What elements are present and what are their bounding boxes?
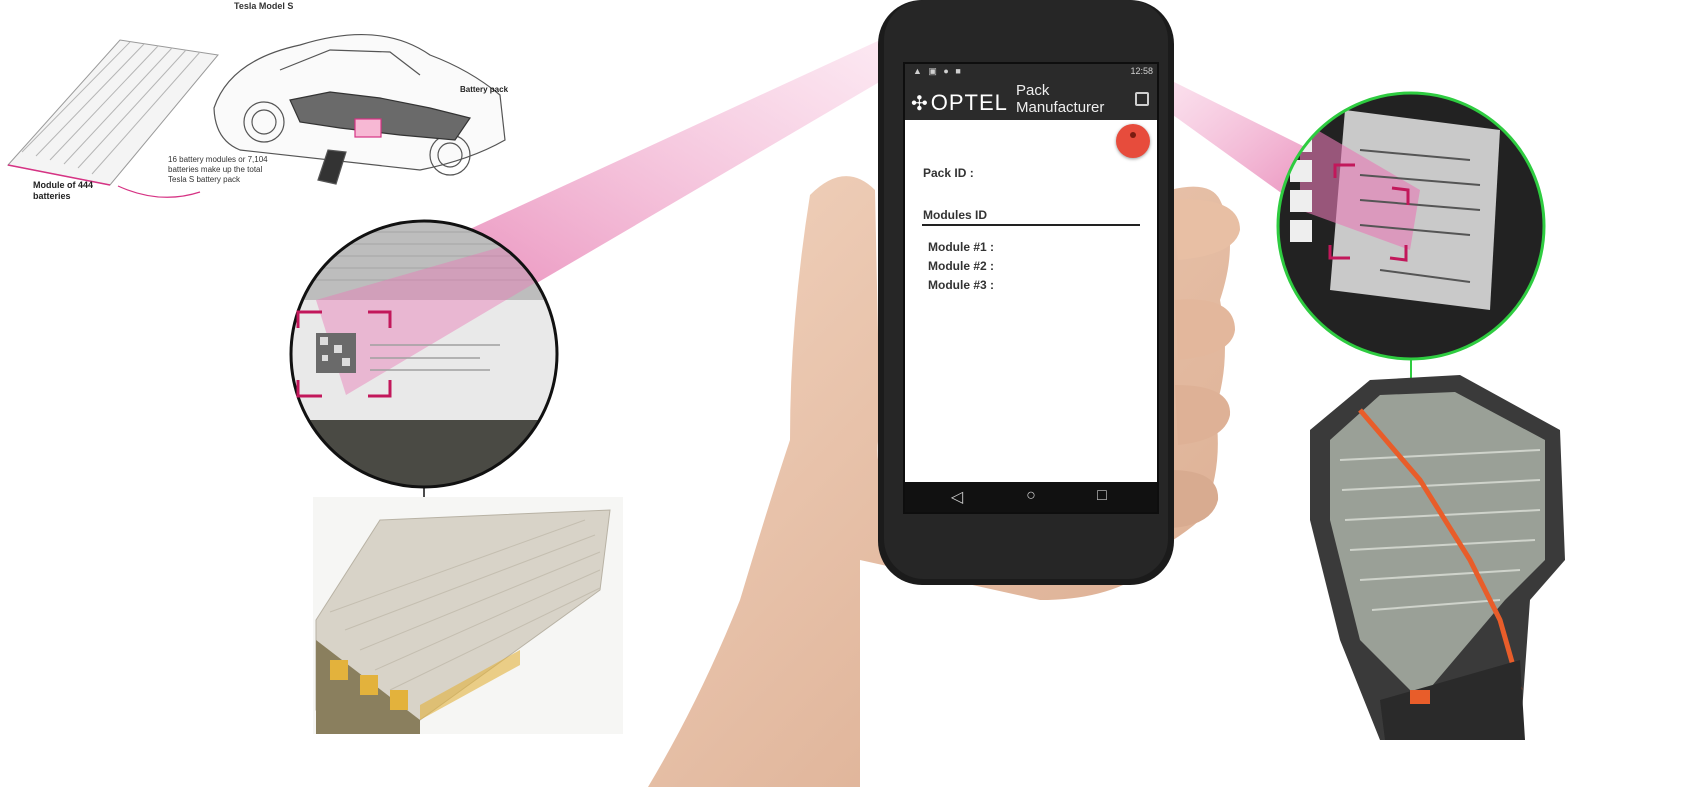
scan-icon (1130, 132, 1136, 138)
status-clock: 12:58 (1130, 66, 1153, 76)
scan-button[interactable] (1116, 124, 1150, 158)
diagram-caption: 16 battery modules or 7,104 batteries ma… (168, 155, 268, 184)
module-row-2: Module #2 : (928, 259, 995, 273)
back-icon[interactable]: ◁ (947, 487, 967, 507)
battery-pack-photo (1310, 375, 1565, 740)
status-bar: ▲ ▣ ● ■ 12:58 (905, 64, 1157, 80)
pack-id-label: Pack ID : (923, 166, 974, 180)
android-nav-bar: ◁ ○ □ (905, 482, 1157, 512)
recent-apps-icon[interactable]: □ (1092, 487, 1112, 505)
diagram-title: Tesla Model S (234, 1, 294, 11)
battery-pack-label: Battery pack (460, 85, 509, 94)
modules-heading: Modules ID (923, 208, 988, 222)
notification-icons: ▲ ▣ ● ■ (913, 66, 963, 76)
battery-module-photo (313, 497, 623, 734)
optel-logo-text: OPTEL (930, 90, 1008, 115)
module-row-3: Module #3 : (928, 278, 995, 292)
app-bar: ✣OPTEL Pack Manufacturer (905, 80, 1157, 120)
module-label: Module of 444 batteries (33, 180, 94, 201)
optel-logo-icon: ✣ (911, 93, 929, 115)
app-title: Pack Manufacturer (1016, 82, 1105, 116)
module-row-1: Module #1 : (928, 240, 995, 254)
optel-logo: ✣OPTEL (911, 90, 1008, 116)
phone-screen: ▲ ▣ ● ■ 12:58 ✣OPTEL Pack Manufacturer P… (905, 64, 1157, 512)
sync-icon[interactable] (1135, 92, 1149, 106)
modules-divider (922, 224, 1140, 226)
home-icon[interactable]: ○ (1021, 487, 1041, 505)
scene-illustration (7, 0, 1565, 787)
